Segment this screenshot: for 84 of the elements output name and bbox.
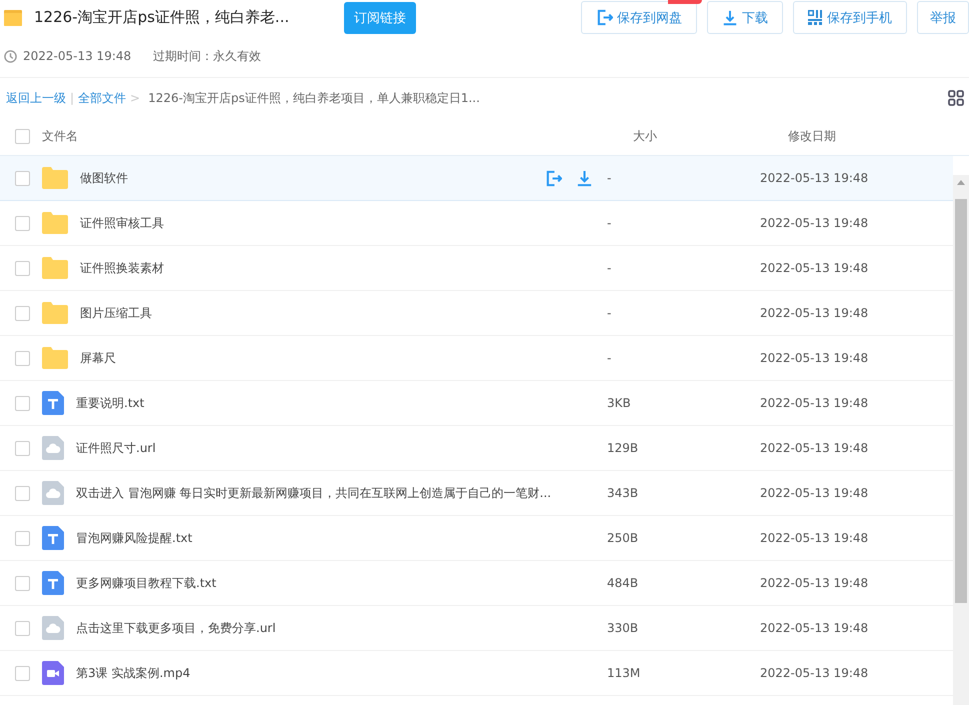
- row-checkbox[interactable]: [15, 260, 30, 276]
- file-row[interactable]: 做图软件 - 2022-05-13 19:48: [0, 156, 953, 201]
- file-name[interactable]: 点击这里下载更多项目，免费分享.url: [76, 620, 607, 636]
- file-date: 2022-05-13 19:48: [760, 576, 868, 590]
- file-date: 2022-05-13 19:48: [760, 171, 868, 185]
- row-checkbox[interactable]: [15, 170, 30, 186]
- file-name[interactable]: 屏幕尺: [80, 350, 607, 366]
- row-checkbox[interactable]: [15, 666, 30, 680]
- row-checkbox[interactable]: [15, 350, 30, 366]
- cloud-file-icon: [42, 616, 64, 640]
- column-header: 文件名: [42, 128, 79, 145]
- file-date: 2022-05-13 19:48: [760, 216, 868, 230]
- row-checkbox[interactable]: [15, 576, 30, 590]
- file-date: 2022-05-13 19:48: [760, 396, 868, 410]
- share-date: 2022-05-13 19:48: [23, 49, 132, 63]
- download-icon: [576, 170, 593, 186]
- file-name[interactable]: 做图软件: [80, 170, 545, 186]
- file-size: 129B: [607, 441, 640, 455]
- cloud-file-icon: [42, 436, 64, 460]
- share-title: 1226-淘宝开店ps证件照，纯白养老...: [34, 8, 290, 27]
- row-checkbox[interactable]: [15, 440, 30, 456]
- scroll-up-arrow-icon[interactable]: [957, 179, 965, 185]
- row-checkbox[interactable]: [15, 306, 30, 320]
- text-file-icon: [42, 571, 64, 595]
- file-date: 2022-05-13 19:48: [760, 261, 868, 275]
- select-all-checkbox[interactable]: [15, 129, 30, 144]
- scrollbar[interactable]: [953, 175, 969, 705]
- file-size: 484B: [607, 576, 640, 590]
- back-link[interactable]: 返回上一级: [6, 90, 66, 106]
- file-name[interactable]: 重要说明.txt: [76, 394, 607, 412]
- clock-icon: [4, 50, 17, 62]
- folder-icon: [42, 257, 68, 279]
- file-size: 113M: [607, 666, 642, 680]
- file-name[interactable]: 双击进入 冒泡网赚 每日实时更新最新网赚项目，共同在互联网上创造属于自己的一笔财...: [76, 484, 607, 502]
- file-size: 250B: [607, 531, 640, 545]
- file-size: -: [607, 261, 612, 275]
- file-size: 330B: [607, 621, 640, 635]
- file-name[interactable]: 第3课 实战案例.mp4: [76, 664, 607, 682]
- file-date: 2022-05-13 19:48: [760, 486, 868, 500]
- file-date: 2022-05-13 19:48: [760, 666, 868, 680]
- row-checkbox[interactable]: [15, 216, 30, 230]
- file-date: 2022-05-13 19:48: [760, 351, 868, 365]
- file-name[interactable]: 证件照换装素材: [80, 260, 607, 276]
- download-button[interactable]: 下载: [707, 1, 783, 34]
- row-checkbox[interactable]: [15, 530, 30, 546]
- file-name[interactable]: 图片压缩工具: [80, 304, 607, 322]
- text-file-icon: [42, 391, 64, 415]
- file-date: 2022-05-13 19:48: [760, 441, 868, 455]
- file-size: -: [607, 306, 612, 320]
- expiry-text: 过期时间：永久有效: [153, 48, 262, 64]
- file-date: 2022-05-13 19:48: [760, 531, 868, 545]
- column-header: 大小: [633, 128, 658, 145]
- breadcrumb-arrow: >: [130, 91, 140, 105]
- qr-code-icon: [808, 10, 823, 25]
- file-date: 2022-05-13 19:48: [760, 621, 868, 635]
- file-name[interactable]: 证件照审核工具: [80, 214, 607, 232]
- row-checkbox[interactable]: [15, 396, 30, 410]
- file-date: 2022-05-13 19:48: [760, 306, 868, 320]
- all-files-link[interactable]: 全部文件: [78, 90, 126, 106]
- folder-icon: [42, 347, 68, 369]
- file-name[interactable]: 冒泡网赚风险提醒.txt: [76, 530, 607, 546]
- grid-view-icon[interactable]: [948, 90, 964, 106]
- folder-icon: [42, 302, 68, 324]
- download-icon: [722, 10, 738, 26]
- file-size: -: [607, 171, 612, 185]
- current-folder-path: 1226-淘宝开店ps证件照，纯白养老项目，单人兼职稳定日1...: [148, 90, 480, 106]
- file-name[interactable]: 证件照尺寸.url: [76, 440, 607, 456]
- report-button[interactable]: 举报: [917, 1, 969, 34]
- cloud-file-icon: [42, 481, 64, 505]
- text-file-icon: [42, 526, 64, 550]
- file-size: -: [607, 351, 612, 365]
- column-header: 修改日期: [788, 128, 836, 145]
- file-size: 3KB: [607, 396, 632, 410]
- breadcrumb-separator: |: [70, 91, 74, 105]
- file-name[interactable]: 更多网赚项目教程下载.txt: [76, 574, 607, 592]
- file-size: 343B: [607, 486, 640, 500]
- row-checkbox[interactable]: [15, 486, 30, 500]
- folder-icon: [42, 167, 68, 189]
- video-file-icon: [42, 661, 64, 685]
- phone-button[interactable]: 保存到手机: [793, 1, 907, 34]
- row-checkbox[interactable]: [15, 620, 30, 636]
- file-size: -: [607, 216, 612, 230]
- folder-icon: [4, 10, 22, 26]
- folder-icon: [42, 212, 68, 234]
